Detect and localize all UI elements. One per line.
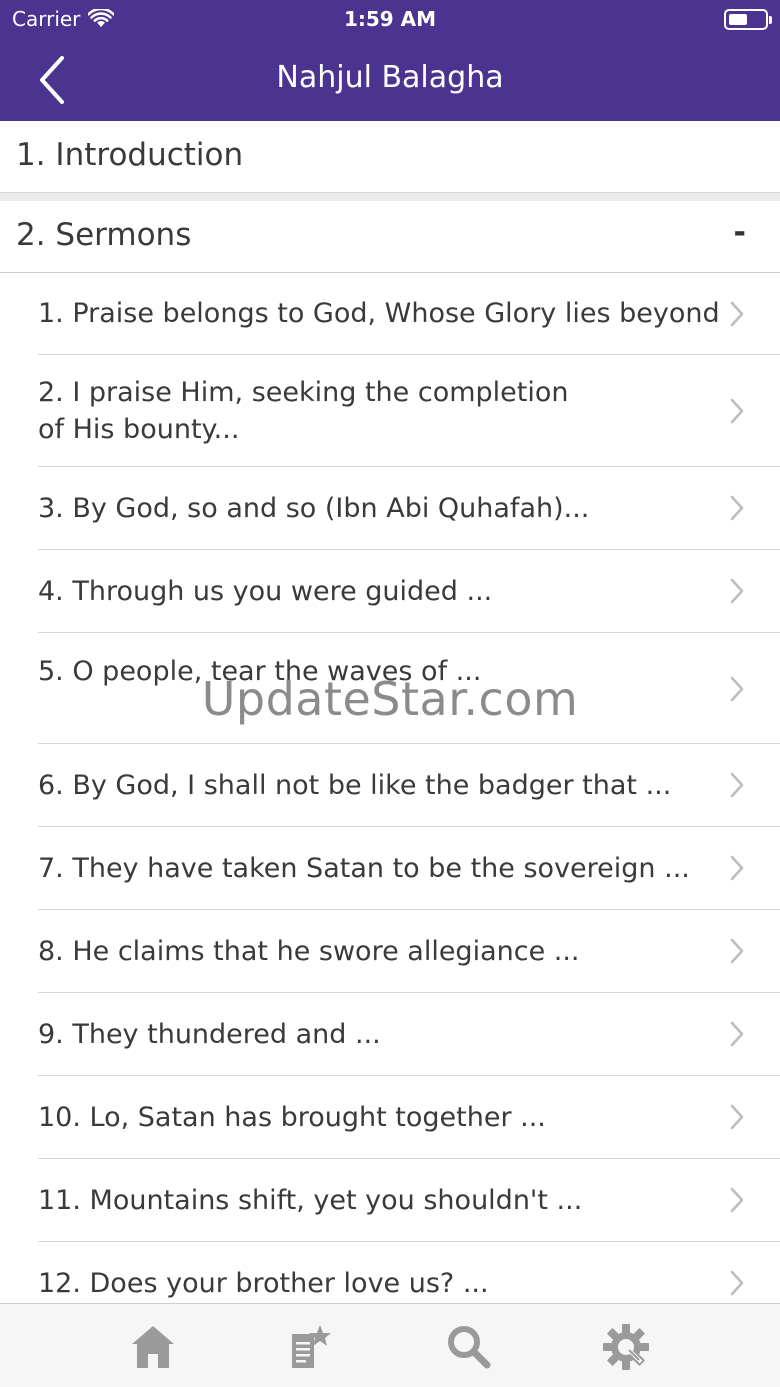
- sermon-title: 11. Mountains shift, yet you shouldn't .…: [38, 1185, 583, 1216]
- page-title: Nahjul Balagha: [276, 60, 504, 95]
- bookmark-note-icon: [292, 1325, 331, 1368]
- sermon-row[interactable]: 5. O people, tear the waves of ...: [0, 633, 780, 744]
- section-introduction[interactable]: 1. Introduction: [0, 121, 780, 193]
- sermon-row[interactable]: 1. Praise belongs to God, Whose Glory li…: [0, 273, 780, 355]
- sermon-title: 9. They thundered and ...: [38, 1019, 381, 1050]
- sermon-row[interactable]: 2. I praise Him, seeking the completion …: [0, 355, 780, 467]
- sermon-row[interactable]: 9. They thundered and ...: [0, 993, 780, 1076]
- section-introduction-label: 1. Introduction: [16, 137, 244, 173]
- chevron-right-icon: [730, 938, 744, 964]
- sermon-row[interactable]: 6. By God, I shall not be like the badge…: [0, 744, 780, 827]
- sermon-row[interactable]: 7. They have taken Satan to be the sover…: [0, 827, 780, 910]
- content-list: 1. Introduction 2. Sermons - 1. Praise b…: [0, 121, 780, 1303]
- chevron-right-icon: [730, 1021, 744, 1047]
- sermon-row[interactable]: 10. Lo, Satan has brought together ...: [0, 1076, 780, 1159]
- sermon-title: 4. Through us you were guided ...: [38, 576, 493, 607]
- home-icon: [132, 1326, 174, 1368]
- sermon-title: 10. Lo, Satan has brought together ...: [38, 1102, 546, 1133]
- section-sermons[interactable]: 2. Sermons -: [0, 201, 780, 273]
- sermon-title: 2. I praise Him, seeking the completion …: [38, 377, 569, 445]
- sermon-row[interactable]: 11. Mountains shift, yet you shouldn't .…: [0, 1159, 780, 1242]
- tab-search[interactable]: [443, 1322, 493, 1372]
- sermon-title: 6. By God, I shall not be like the badge…: [38, 770, 672, 801]
- chevron-right-icon: [730, 301, 744, 327]
- chevron-right-icon: [730, 772, 744, 798]
- sermon-title: 5. O people, tear the waves of ...: [38, 656, 482, 687]
- battery-icon: [724, 9, 772, 30]
- tab-bar: [0, 1303, 780, 1387]
- app-header: Carrier 1:59 AM Nahjul Balagha: [0, 0, 780, 121]
- tab-settings[interactable]: [601, 1322, 651, 1372]
- section-divider: [0, 193, 780, 201]
- sermon-title: 1. Praise belongs to God, Whose Glory li…: [38, 298, 720, 329]
- search-icon: [448, 1326, 491, 1369]
- chevron-right-icon: [730, 578, 744, 604]
- chevron-right-icon: [730, 676, 744, 702]
- sermon-row[interactable]: 4. Through us you were guided ...: [0, 550, 780, 633]
- section-sermons-label: 2. Sermons: [16, 217, 192, 253]
- chevron-right-icon: [730, 1104, 744, 1130]
- status-bar: Carrier 1:59 AM: [0, 0, 780, 40]
- settings-gear-icon: [603, 1324, 649, 1370]
- sermon-title: 3. By God, so and so (Ibn Abi Quhafah)..…: [38, 493, 590, 524]
- sermon-title: 8. He claims that he swore allegiance ..…: [38, 936, 580, 967]
- sermon-row[interactable]: 12. Does your brother love us? ...: [0, 1242, 780, 1303]
- collapse-toggle[interactable]: -: [734, 215, 746, 250]
- chevron-right-icon: [730, 495, 744, 521]
- status-time: 1:59 AM: [343, 7, 437, 31]
- navigation-bar: Nahjul Balagha: [0, 40, 780, 121]
- sermon-row[interactable]: 8. He claims that he swore allegiance ..…: [0, 910, 780, 993]
- sermon-row[interactable]: 3. By God, so and so (Ibn Abi Quhafah)..…: [0, 467, 780, 550]
- app-screen: Carrier 1:59 AM Nahjul Balagha 1. Introd…: [0, 0, 780, 1387]
- sermon-title: 7. They have taken Satan to be the sover…: [38, 853, 690, 884]
- chevron-right-icon: [730, 398, 744, 424]
- tab-bookmarks[interactable]: [284, 1322, 334, 1372]
- sermon-list: 1. Praise belongs to God, Whose Glory li…: [0, 273, 780, 1303]
- sermon-title: 12. Does your brother love us? ...: [38, 1268, 489, 1299]
- chevron-right-icon: [730, 1270, 744, 1296]
- chevron-right-icon: [730, 1187, 744, 1213]
- tab-home[interactable]: [128, 1322, 178, 1372]
- chevron-right-icon: [730, 855, 744, 881]
